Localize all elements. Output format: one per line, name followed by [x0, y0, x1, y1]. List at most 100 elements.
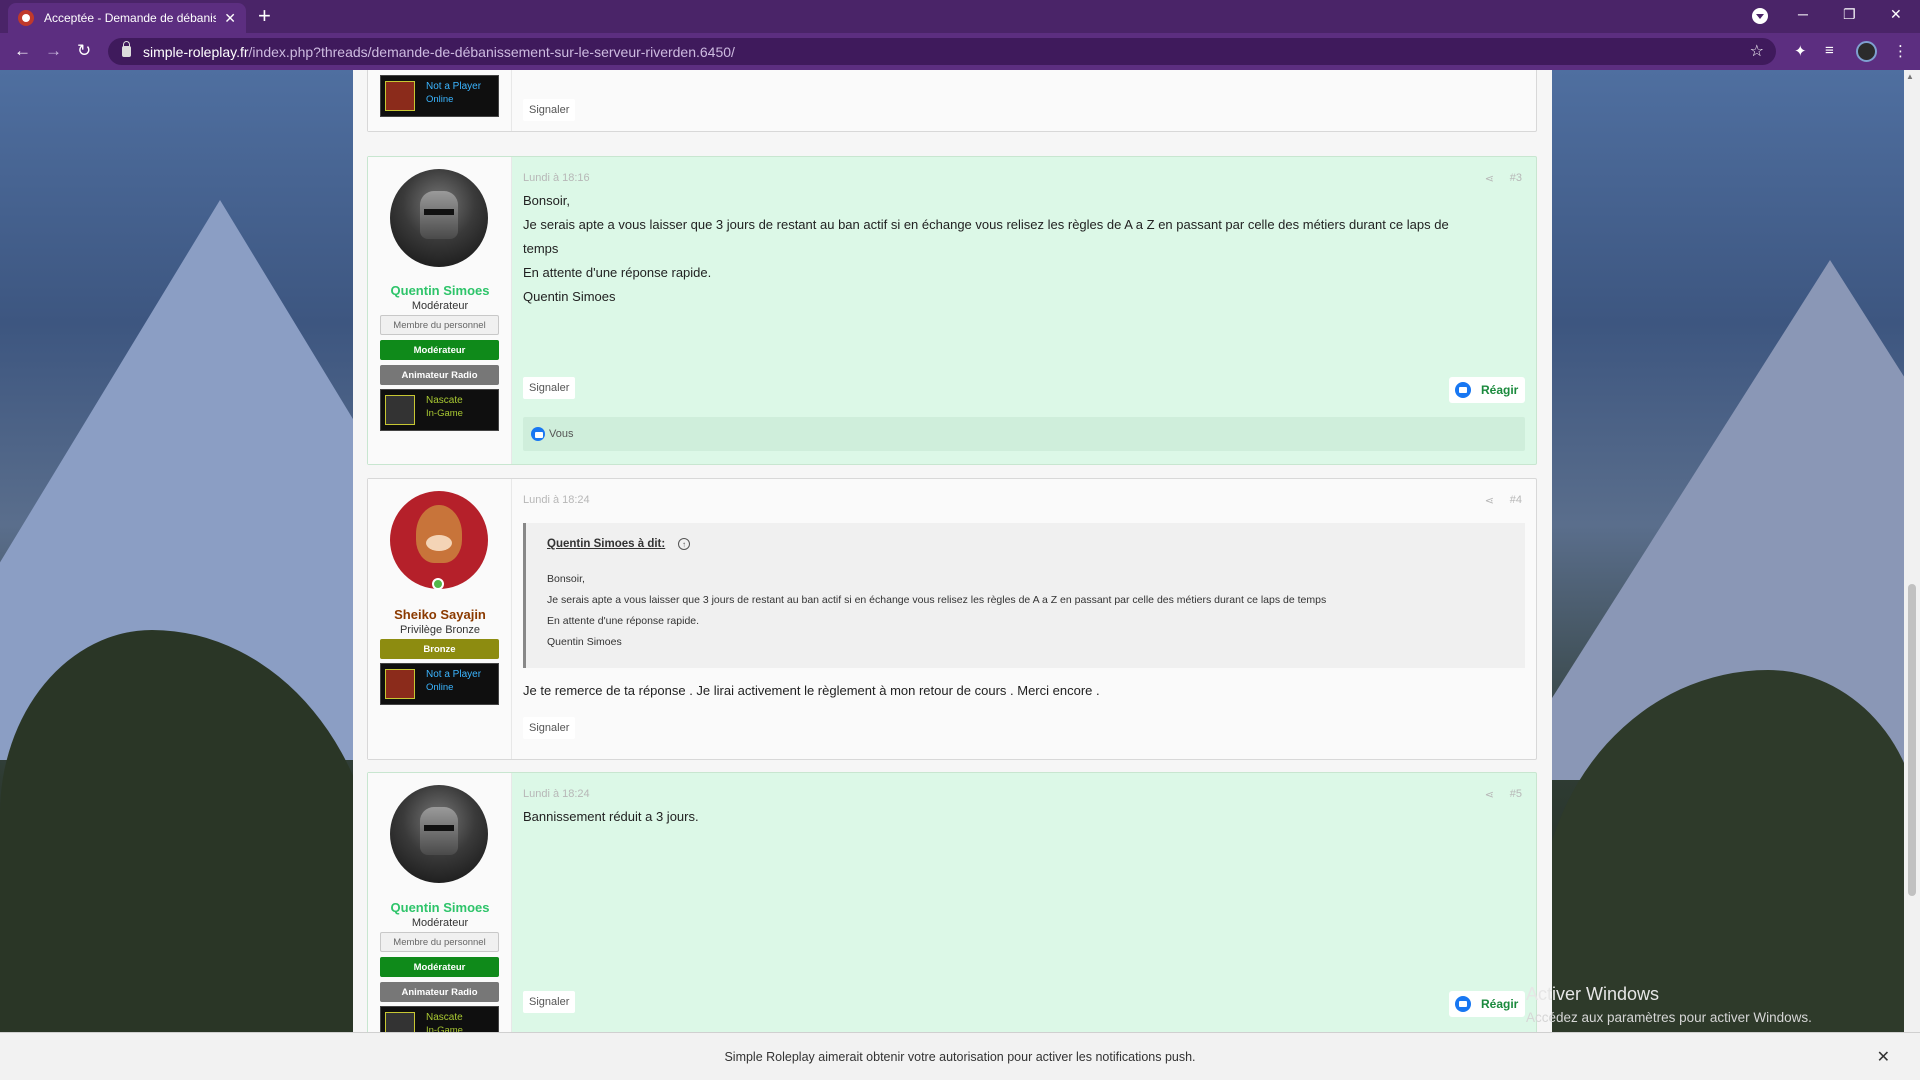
report-button[interactable]: Signaler — [523, 377, 576, 399]
post-user-sidebar: Quentin Simoes Modérateur Membre du pers… — [368, 157, 512, 464]
status-name: Not a Player — [426, 669, 482, 680]
game-status-card[interactable]: Nascate In-Game — [380, 1006, 499, 1033]
share-icon[interactable]: ⋖ — [1485, 788, 1494, 801]
post-date[interactable]: Lundi à 18:24 — [523, 494, 590, 506]
quote-line: Quentin Simoes — [547, 636, 622, 648]
windows-activation-title: Activer Windows — [1526, 984, 1660, 1004]
post-user-sidebar: Quentin Simoes Modérateur Membre du pers… — [368, 773, 512, 1033]
lock-icon[interactable] — [122, 41, 131, 57]
report-button[interactable]: Signaler — [523, 99, 576, 121]
close-window-button[interactable]: ✕ — [1890, 6, 1902, 23]
player-status-icon — [385, 395, 415, 425]
message-text: Bannissement réduit a 3 jours. — [523, 809, 699, 824]
like-icon — [1455, 382, 1471, 398]
author-name[interactable]: Quentin Simoes — [368, 283, 512, 298]
badge-moderator: Modérateur — [380, 957, 499, 977]
restore-button[interactable]: ❐ — [1843, 6, 1856, 23]
post-body: Lundi à 18:24 ⋖ #4 Quentin Simoes à dit:… — [512, 479, 1536, 759]
new-tab-button[interactable]: + — [258, 4, 271, 28]
quote-block: Quentin Simoes à dit: ↑ Bonsoir, Je sera… — [523, 523, 1525, 668]
tab-close-icon[interactable]: ✕ — [224, 10, 236, 27]
thread-content: Not a Player Online Signaler Quentin Sim… — [353, 70, 1552, 1033]
status-state: Online — [426, 94, 454, 105]
status-name: Nascate — [426, 395, 463, 406]
post-date[interactable]: Lundi à 18:24 — [523, 788, 590, 800]
post-number[interactable]: #3 — [1510, 172, 1522, 184]
share-icon[interactable]: ⋖ — [1485, 494, 1494, 507]
author-name[interactable]: Sheiko Sayajin — [368, 607, 512, 622]
report-button[interactable]: Signaler — [523, 717, 576, 739]
url-host: simple-roleplay.fr — [143, 43, 249, 60]
address-bar[interactable]: simple-roleplay.fr/index.php?threads/dem… — [108, 38, 1776, 65]
player-status-icon — [385, 81, 415, 111]
forward-icon[interactable]: → — [45, 42, 62, 60]
badge-staff: Membre du personnel — [380, 932, 499, 952]
game-status-card[interactable]: Not a Player Online — [380, 663, 499, 705]
post-5: Quentin Simoes Modérateur Membre du pers… — [367, 772, 1537, 1033]
message-line: Quentin Simoes — [523, 289, 616, 304]
close-notification-icon[interactable]: ✕ — [1877, 1047, 1890, 1067]
extensions-puzzle-icon[interactable]: ✦ — [1794, 42, 1807, 60]
message-line: Je serais apte a vous laisser que 3 jour… — [523, 217, 1449, 232]
minimize-button[interactable]: ─ — [1798, 6, 1808, 22]
share-icon[interactable]: ⋖ — [1485, 172, 1494, 185]
message-line: Bonsoir, — [523, 193, 570, 208]
post-body: Lundi à 18:24 ⋖ #5 Bannissement réduit a… — [512, 773, 1536, 1033]
message-line: temps — [523, 241, 559, 256]
post-date[interactable]: Lundi à 18:16 — [523, 172, 590, 184]
profile-avatar[interactable] — [1856, 41, 1877, 62]
post-body: Lundi à 18:16 ⋖ #3 Bonsoir, Je serais ap… — [512, 157, 1536, 464]
avatar[interactable] — [390, 491, 488, 589]
quote-author-link[interactable]: Quentin Simoes à dit: — [547, 538, 665, 550]
quote-jump-icon[interactable]: ↑ — [678, 538, 690, 550]
windows-activation-subtitle: Accédez aux paramètres pour activer Wind… — [1526, 1010, 1812, 1025]
player-status-icon — [385, 1012, 415, 1033]
scrollbar-thumb[interactable] — [1908, 584, 1916, 896]
push-notification-bar: Simple Roleplay aimerait obtenir votre a… — [0, 1032, 1920, 1080]
game-status-card[interactable]: Nascate In-Game — [380, 389, 499, 431]
back-icon[interactable]: ← — [14, 42, 31, 60]
reading-list-icon[interactable]: ≡ — [1825, 42, 1834, 59]
react-label: Réagir — [1481, 997, 1519, 1011]
like-icon — [1455, 996, 1471, 1012]
game-status-card[interactable]: Not a Player Online — [380, 75, 499, 117]
post-body: Signaler — [512, 70, 1536, 131]
player-status-icon — [385, 669, 415, 699]
reload-icon[interactable]: ↻ — [77, 42, 91, 60]
like-icon — [531, 427, 545, 441]
avatar[interactable] — [390, 785, 488, 883]
badge-radio: Animateur Radio — [380, 982, 499, 1002]
tab-search-icon[interactable] — [1752, 8, 1768, 24]
user-title: Modérateur — [411, 300, 469, 312]
scroll-up-arrow-icon[interactable]: ▲ — [1906, 72, 1914, 81]
message-line: En attente d'une réponse rapide. — [523, 265, 712, 280]
site-favicon-icon — [18, 10, 34, 26]
react-button[interactable]: Réagir — [1449, 991, 1525, 1017]
quote-line: Je serais apte a vous laisser que 3 jour… — [547, 594, 1327, 606]
badge-moderator: Modérateur — [380, 340, 499, 360]
user-title: Modérateur — [411, 917, 469, 929]
reactions-list[interactable]: Vous — [549, 428, 573, 440]
author-name[interactable]: Quentin Simoes — [368, 900, 512, 915]
status-state: Online — [426, 682, 454, 693]
menu-kebab-icon[interactable]: ⋮ — [1893, 42, 1908, 60]
reactions-bar[interactable]: Vous — [523, 417, 1525, 451]
quote-line: En attente d'une réponse rapide. — [547, 615, 700, 627]
browser-tab[interactable]: Acceptée - Demande de débanis ✕ — [8, 3, 246, 33]
tab-title: Acceptée - Demande de débanis — [44, 11, 217, 25]
post-2: Not a Player Online Signaler — [367, 70, 1537, 132]
badge-bronze: Bronze — [380, 639, 499, 659]
url-path: /index.php?threads/demande-de-débanissem… — [248, 43, 735, 60]
post-number[interactable]: #5 — [1510, 788, 1522, 800]
post-number[interactable]: #4 — [1510, 494, 1522, 506]
react-button[interactable]: Réagir — [1449, 377, 1525, 403]
avatar[interactable] — [390, 169, 488, 267]
report-button[interactable]: Signaler — [523, 991, 576, 1013]
post-4: Sheiko Sayajin Privilège Bronze Bronze N… — [367, 478, 1537, 760]
post-3: Quentin Simoes Modérateur Membre du pers… — [367, 156, 1537, 465]
badge-radio: Animateur Radio — [380, 365, 499, 385]
bookmark-star-icon[interactable]: ☆ — [1750, 41, 1764, 61]
badge-staff: Membre du personnel — [380, 315, 499, 335]
message-text: Je te remerce de ta réponse . Je lirai a… — [523, 683, 1100, 698]
push-notification-text: Simple Roleplay aimerait obtenir votre a… — [724, 1049, 1196, 1064]
